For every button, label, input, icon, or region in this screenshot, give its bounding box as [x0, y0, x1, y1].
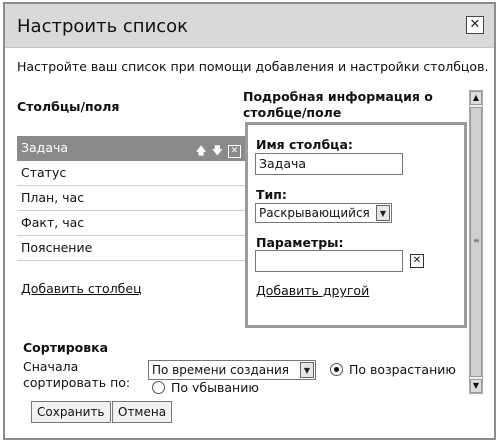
arrow-down-icon[interactable]: 🡇	[212, 139, 223, 163]
chevron-down-icon: ▼	[376, 205, 390, 221]
save-button[interactable]: Сохранить	[31, 401, 111, 423]
column-item-plan[interactable]: План, час	[17, 186, 249, 211]
scroll-down-icon[interactable]: ▼	[470, 379, 482, 393]
column-item-label: Статус	[21, 165, 67, 180]
arrow-up-icon[interactable]: 🡅	[195, 139, 206, 163]
add-column-link[interactable]: Добавить столбец	[21, 281, 142, 296]
params-label: Параметры:	[256, 235, 344, 250]
dialog-title: Настроить список	[17, 16, 189, 37]
sort-asc-label: По возрастанию	[349, 362, 456, 377]
chevron-down-icon: ▼	[300, 362, 314, 378]
column-item-label: Факт, час	[21, 215, 85, 230]
params-input[interactable]	[255, 250, 403, 272]
dialog-titlebar: Настроить список ✕	[5, 4, 494, 48]
column-item-status[interactable]: Статус	[17, 161, 249, 186]
vertical-scrollbar[interactable]: ▲ ≡ ▼	[469, 90, 483, 394]
customize-list-dialog: Настроить список ✕ Настройте ваш список …	[3, 2, 496, 440]
column-name-input[interactable]: Задача	[255, 153, 403, 175]
sort-by-select[interactable]: По времени создания ▼	[148, 360, 316, 380]
sorting-heading: Сортировка	[23, 340, 109, 355]
remove-column-icon[interactable]: ✕	[228, 144, 241, 158]
columns-heading: Столбцы/поля	[17, 99, 120, 114]
column-item-label: План, час	[21, 190, 85, 205]
type-label: Тип:	[256, 187, 287, 202]
grip-icon: ≡	[473, 236, 480, 245]
cancel-button[interactable]: Отмена	[112, 401, 173, 423]
column-item-label: Задача	[21, 140, 69, 155]
clear-params-icon[interactable]: ✕	[410, 254, 424, 268]
column-item-controls: 🡅 🡇 ✕	[195, 139, 241, 163]
details-heading: Подробная информация о столбце/поле	[243, 89, 433, 120]
scroll-up-icon[interactable]: ▲	[470, 91, 482, 105]
sort-by-value: По времени создания	[152, 363, 289, 377]
column-name-label: Имя столбца:	[256, 137, 353, 152]
sort-desc-radio[interactable]	[152, 381, 165, 394]
column-item-task[interactable]: Задача 🡅 🡇 ✕	[17, 136, 249, 161]
add-other-link[interactable]: Добавить другой	[256, 283, 369, 298]
close-icon[interactable]: ✕	[466, 16, 484, 34]
column-item-note[interactable]: Пояснение	[17, 236, 249, 261]
column-item-label: Пояснение	[21, 240, 93, 255]
sort-by-label: Сначала сортировать по:	[23, 359, 131, 390]
dialog-intro: Настройте ваш список при помощи добавлен…	[17, 59, 489, 74]
sort-asc-radio[interactable]	[330, 363, 343, 376]
columns-list: Задача 🡅 🡇 ✕ Статус План, час Факт, час …	[17, 136, 249, 261]
column-item-fact[interactable]: Факт, час	[17, 211, 249, 236]
type-select[interactable]: Раскрывающийся ▼	[255, 203, 392, 223]
sort-desc-label: По убыванию	[171, 380, 259, 392]
type-select-value: Раскрывающийся	[259, 206, 370, 220]
column-details-panel: Имя столбца: Задача Тип: Раскрывающийся …	[245, 122, 467, 328]
scroll-thumb[interactable]: ≡	[470, 107, 482, 377]
